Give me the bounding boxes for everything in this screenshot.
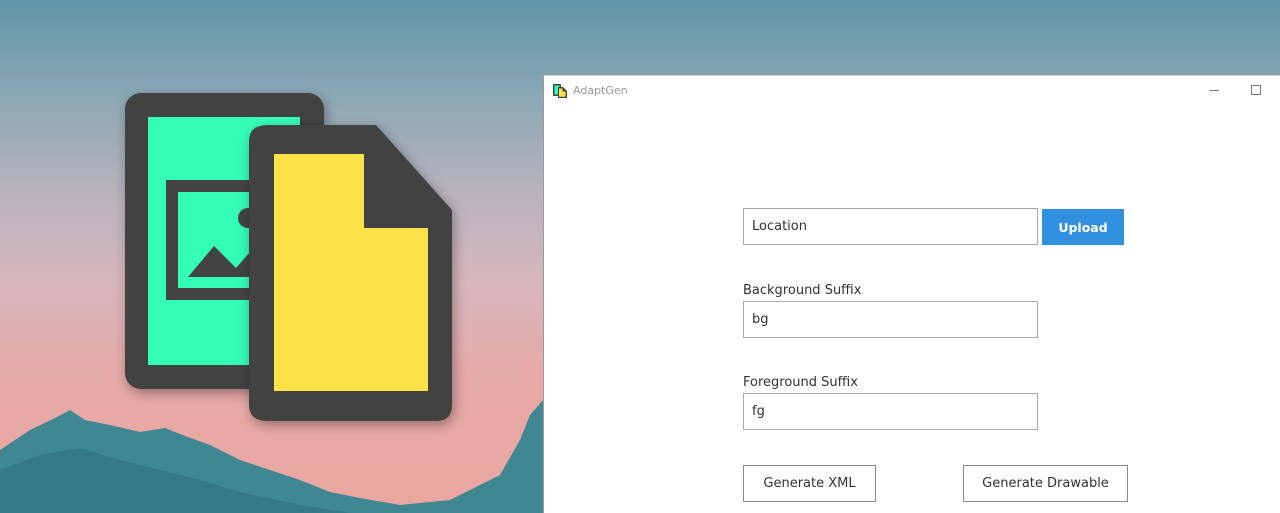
minimize-button[interactable] xyxy=(1200,78,1228,102)
background-suffix-label: Background Suffix xyxy=(743,283,862,298)
minimize-icon xyxy=(1209,89,1219,91)
window-title: AdaptGen xyxy=(573,84,628,97)
maximize-button[interactable] xyxy=(1242,78,1270,102)
app-window: AdaptGen Upload Background Suffix Foregr… xyxy=(543,75,1280,513)
foreground-suffix-input[interactable] xyxy=(743,393,1038,430)
generate-xml-button[interactable]: Generate XML xyxy=(743,465,876,502)
adaptgen-app-icon xyxy=(553,84,567,98)
generate-drawable-button[interactable]: Generate Drawable xyxy=(963,465,1128,502)
maximize-icon xyxy=(1251,85,1261,95)
upload-button[interactable]: Upload xyxy=(1042,209,1124,245)
foreground-suffix-label: Foreground Suffix xyxy=(743,375,858,390)
adaptgen-logo-art xyxy=(125,93,452,421)
title-bar[interactable]: AdaptGen xyxy=(544,76,1280,106)
location-input[interactable] xyxy=(743,208,1038,245)
file-icon xyxy=(249,125,452,421)
background-suffix-input[interactable] xyxy=(743,301,1038,338)
